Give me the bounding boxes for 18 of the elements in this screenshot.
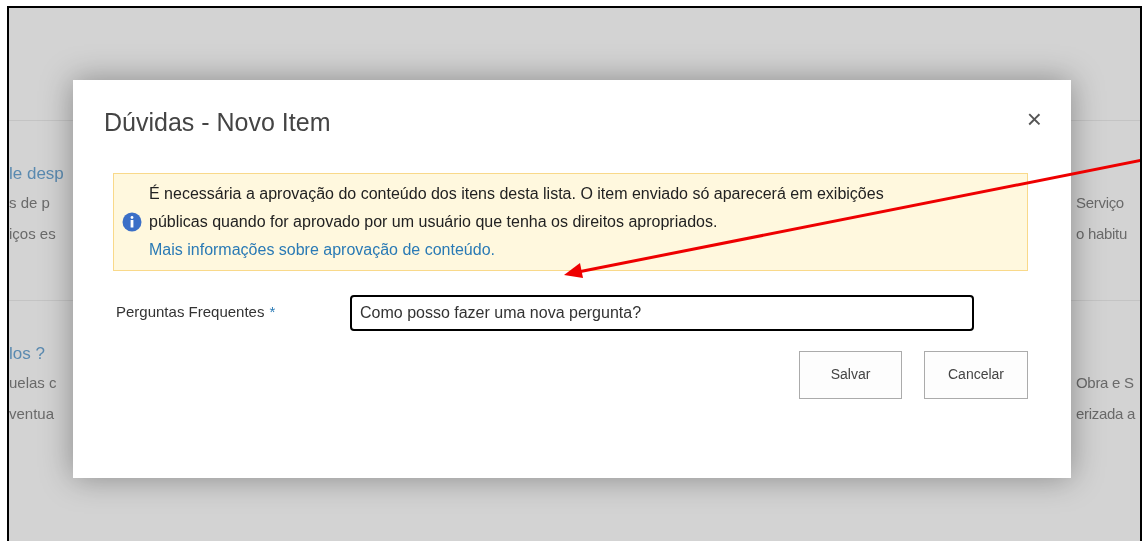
- field-label: Perguntas Frequentes: [116, 301, 265, 322]
- background-text: s de p: [9, 193, 51, 213]
- approval-notice: É necessária a aprovação do conteúdo dos itens desta lista. O item enviado só aparecerá em exibições públicas quando for aprovado por um usuário que tenha os direitos apropriados. Mais informações sobre aprovação de conteúdo.: [149, 183, 885, 260]
- cancel-button[interactable]: Cancelar: [924, 350, 1028, 399]
- background-text: ventua: [9, 404, 56, 424]
- background-text: o habitu: [1076, 224, 1128, 244]
- info-icon: [122, 211, 142, 232]
- background-text: uelas c: [9, 373, 58, 393]
- close-button[interactable]: ×: [1026, 106, 1042, 132]
- required-mark: *: [269, 301, 276, 322]
- background-text: Serviço: [1076, 193, 1125, 213]
- background-text: iços es: [9, 224, 57, 244]
- dialog-title: Dúvidas - Novo Item: [104, 107, 331, 138]
- background-text: Obra e S: [1076, 373, 1135, 393]
- more-info-link[interactable]: Mais informações sobre aprovação de conteúdo.: [149, 240, 495, 258]
- background-text: erizada a: [1076, 404, 1137, 424]
- save-button[interactable]: Salvar: [799, 350, 902, 399]
- input-field[interactable]: Como posso fazer uma nova pergunta?: [350, 294, 974, 331]
